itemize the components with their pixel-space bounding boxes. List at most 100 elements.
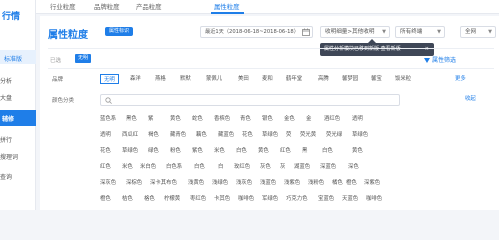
color-option[interactable]: 红色 [100, 162, 111, 170]
color-option[interactable]: 蓝色系 [100, 114, 116, 122]
brand-item[interactable]: 饭米粒 [395, 74, 411, 82]
date-range-picker[interactable]: 最近1天（2018-06-18~2018-06-18） [200, 26, 313, 38]
selected-chip[interactable]: 无明 [75, 54, 92, 63]
color-option[interactable]: 橙色 [346, 178, 357, 186]
sidebar-item-market[interactable]: 大盘 [0, 93, 12, 102]
brand-item[interactable]: 默默 [180, 74, 191, 82]
color-option[interactable]: 花色 [100, 146, 111, 154]
color-option[interactable]: 浅蓝色 [260, 178, 276, 186]
color-option[interactable]: 藏蓝色 [218, 130, 234, 138]
brand-item[interactable]: 馨宝 [371, 74, 382, 82]
color-option[interactable]: 黑色 [126, 114, 137, 122]
sidebar-item-standard[interactable]: 标准版 [4, 54, 22, 63]
color-option[interactable]: 格色 [144, 194, 155, 202]
color-option[interactable]: 黄色 [170, 114, 181, 122]
color-option[interactable]: 灰 [280, 162, 285, 170]
color-option[interactable]: 草绿色 [262, 130, 278, 138]
color-option[interactable]: 花色 [242, 130, 253, 138]
color-option[interactable]: 桔色 [122, 194, 133, 202]
color-option[interactable]: 荧 [286, 130, 291, 138]
tab-industry[interactable]: 行业粒度 [50, 2, 76, 11]
tab-product[interactable]: 产品粒度 [136, 2, 162, 11]
color-option[interactable]: 酒红色 [324, 114, 340, 122]
color-option[interactable]: 橙色 [100, 194, 111, 202]
color-option[interactable]: 军绿色 [262, 194, 278, 202]
color-option[interactable]: 深蓝色 [320, 162, 336, 170]
sidebar-item-rank[interactable]: 拼行 [0, 135, 12, 144]
color-option[interactable]: 米色 [122, 162, 133, 170]
color-option[interactable]: 橘色 [332, 178, 343, 186]
sidebar-item-query[interactable]: 查询 [0, 172, 12, 181]
color-option[interactable]: 紫色 [192, 146, 203, 154]
color-option[interactable]: 荧光绿 [326, 130, 342, 138]
brand-item[interactable]: 美田 [238, 74, 249, 82]
color-option[interactable]: 青色 [240, 114, 251, 122]
color-option[interactable]: 浅灰色 [236, 178, 252, 186]
scope-select[interactable]: 全网 ▼ [460, 26, 496, 38]
color-option[interactable]: 玫红色 [234, 162, 250, 170]
color-option[interactable]: 金色 [284, 114, 295, 122]
color-option[interactable]: 黑 [302, 146, 307, 154]
color-option[interactable]: 浅黄色 [188, 178, 204, 186]
sidebar-item-search-words[interactable]: 搜理词 [0, 152, 18, 161]
brand-item[interactable]: 馨梦园 [342, 74, 358, 82]
brand-item[interactable]: 森洋 [130, 74, 141, 82]
color-option[interactable]: 浅绿色 [212, 178, 228, 186]
color-option[interactable]: 草绿色 [352, 130, 368, 138]
color-option[interactable]: 荧光黄 [300, 130, 316, 138]
color-option[interactable]: 巧克力色 [286, 194, 308, 202]
brand-item[interactable]: 麦和 [262, 74, 273, 82]
color-option[interactable]: 紫 [148, 114, 153, 122]
sidebar-item-assist[interactable]: 辅修 [2, 114, 14, 123]
color-search-input[interactable] [100, 94, 400, 106]
color-option[interactable]: 浅紫色 [284, 178, 300, 186]
color-option[interactable]: 米色 [214, 146, 225, 154]
color-option[interactable]: 枣红色 [190, 194, 206, 202]
color-option[interactable]: 西瓜红 [122, 130, 138, 138]
brand-item[interactable]: 鹤年堂 [286, 74, 302, 82]
color-option[interactable]: 透明 [100, 130, 111, 138]
tab-brand[interactable]: 品牌粒度 [94, 2, 120, 11]
color-option[interactable]: 藏青色 [170, 130, 186, 138]
color-option[interactable]: 咖啡色 [238, 194, 254, 202]
color-option[interactable]: 绿色 [148, 146, 159, 154]
color-option[interactable]: 浅粉色 [308, 178, 324, 186]
color-option[interactable]: 灰色 [260, 162, 271, 170]
sidebar-item-analysis[interactable]: 分析 [0, 76, 12, 85]
color-option[interactable]: 白 [218, 162, 223, 170]
color-option[interactable]: 银色 [262, 114, 273, 122]
color-option[interactable]: 卡其色 [214, 194, 230, 202]
attribute-filter-button[interactable]: 属性筛选 [424, 55, 456, 64]
color-option[interactable]: 宝蓝色 [318, 194, 334, 202]
color-option[interactable]: 柠檬黄 [164, 194, 180, 202]
color-option[interactable]: 黄色 [258, 146, 269, 154]
color-option[interactable]: 褐色 [148, 130, 159, 138]
metric-select[interactable]: 收明细量>其他收明 ▼ [320, 26, 390, 38]
color-option[interactable]: 粉色 [170, 146, 181, 154]
color-option[interactable]: 深紫色 [364, 178, 380, 186]
more-brands-link[interactable]: 更多 [455, 74, 466, 82]
color-option[interactable]: 湖蓝色 [294, 162, 310, 170]
color-option[interactable]: 深卡其布色 [150, 178, 177, 186]
color-option[interactable]: 金 [306, 114, 311, 122]
brand-item[interactable]: 蒙佩儿 [206, 74, 222, 82]
color-option[interactable]: 透明 [352, 114, 363, 122]
color-option[interactable]: 香槟色 [214, 114, 230, 122]
color-option[interactable]: 深色 [348, 162, 359, 170]
color-option[interactable]: 咖啡色 [366, 194, 382, 202]
color-option[interactable]: 深灰色 [100, 178, 116, 186]
calendar-icon[interactable] [302, 28, 310, 36]
color-option[interactable]: 天蓝色 [342, 194, 358, 202]
brand-item[interactable]: 燕格 [155, 74, 166, 82]
color-option[interactable]: 白色 [322, 146, 333, 154]
color-option[interactable]: 草绿色 [122, 146, 138, 154]
color-option[interactable]: 深棕色 [126, 178, 142, 186]
color-option[interactable]: 藕色 [196, 130, 207, 138]
color-option[interactable]: 红色 [280, 146, 291, 154]
brand-item[interactable]: 无明 [100, 74, 119, 84]
color-option[interactable]: 蛇色 [192, 114, 203, 122]
color-option[interactable]: 白色 [236, 146, 247, 154]
color-option[interactable]: 米白色 [140, 162, 156, 170]
color-option[interactable]: 白色系 [166, 162, 182, 170]
color-option[interactable]: 黄色 [352, 146, 363, 154]
